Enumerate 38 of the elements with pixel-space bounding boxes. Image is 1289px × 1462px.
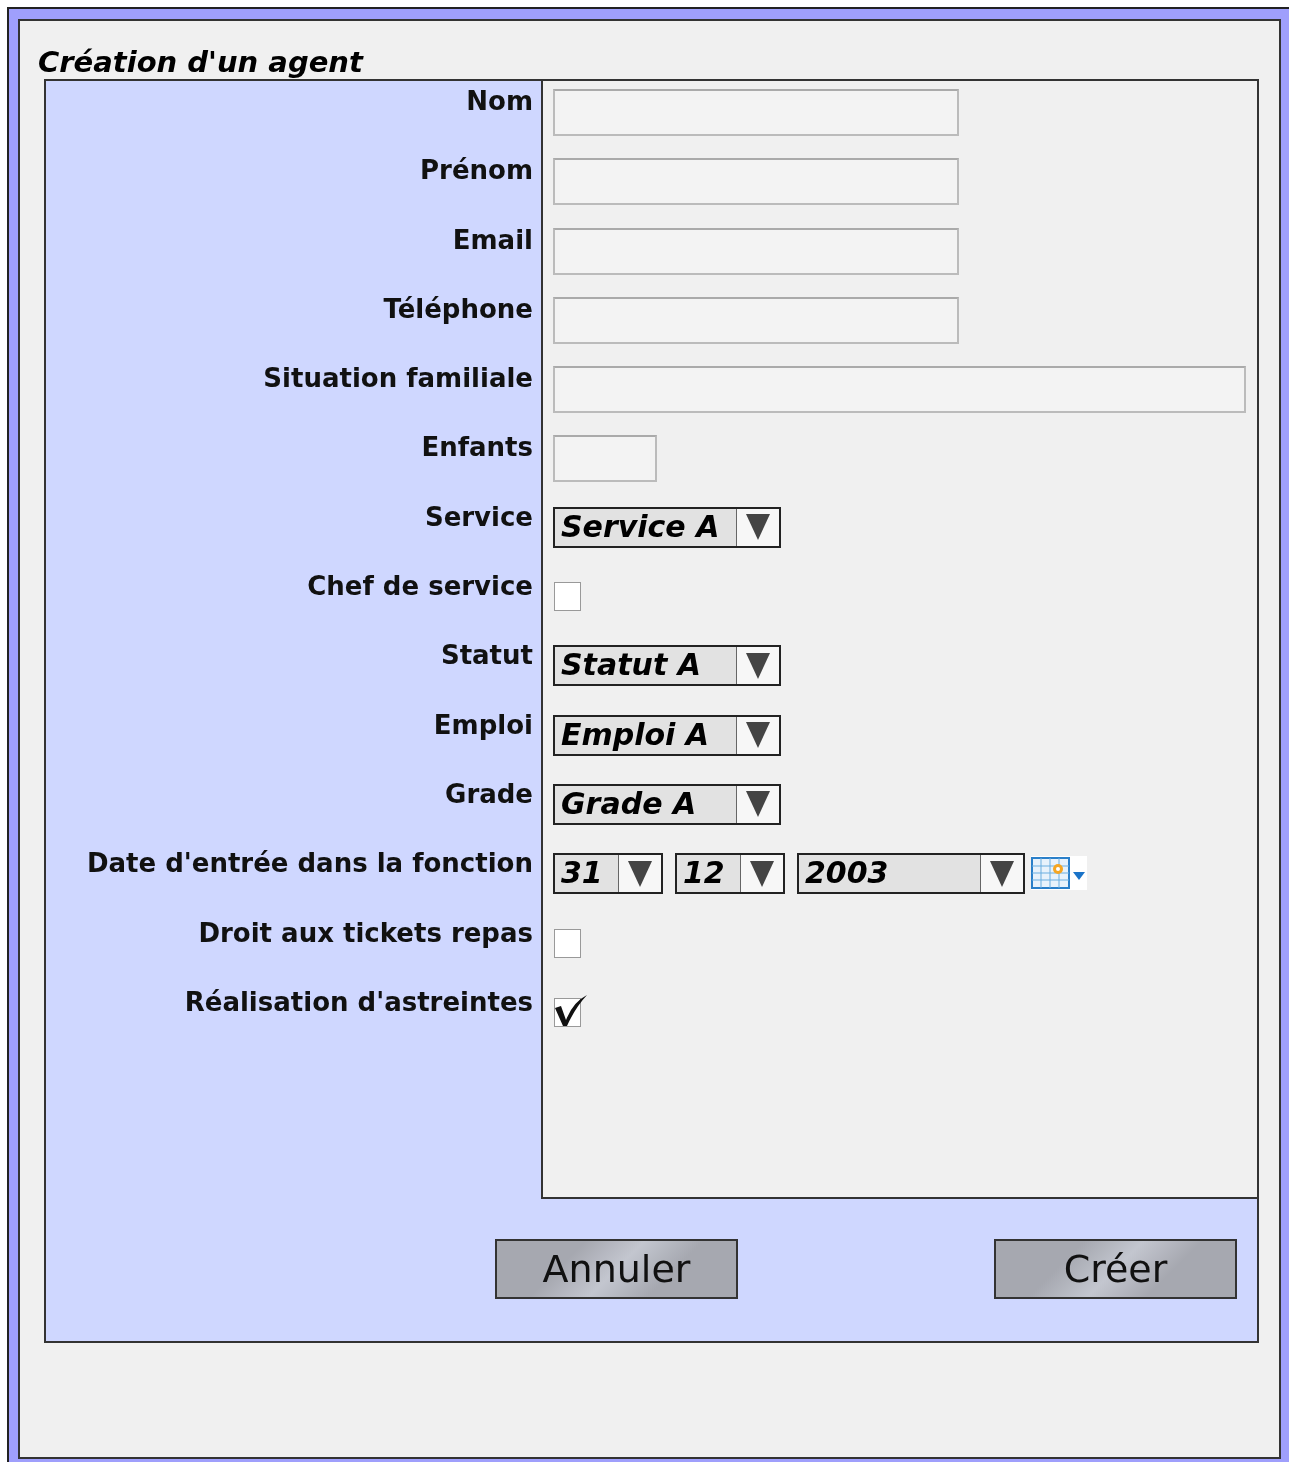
- text-field[interactable]: [553, 227, 959, 275]
- caret-icon: [746, 514, 770, 541]
- field-label: Prénom: [420, 155, 533, 186]
- text-field[interactable]: [553, 89, 959, 136]
- create-button[interactable]: Créer: [994, 1239, 1237, 1299]
- month-dropdown[interactable]: 12: [675, 853, 785, 895]
- field-label: Date d'entrée dans la fonction: [86, 848, 533, 879]
- text-field[interactable]: [553, 296, 959, 344]
- dropdown[interactable]: Emploi A: [553, 714, 781, 756]
- caret-icon: [746, 652, 770, 679]
- field-label: Statut: [440, 640, 533, 671]
- dropdown[interactable]: Grade A: [553, 783, 781, 825]
- cancel-button[interactable]: Annuler: [495, 1239, 738, 1299]
- caret-icon: [746, 791, 770, 818]
- field-label: Droit aux tickets repas: [198, 917, 533, 948]
- caret-icon: [746, 722, 770, 749]
- field-label: Téléphone: [383, 293, 533, 324]
- text-field[interactable]: [553, 366, 1246, 414]
- field-label: Situation familiale: [263, 363, 533, 394]
- caret-icon: [990, 860, 1014, 887]
- field-label: Grade: [445, 778, 533, 809]
- year-dropdown[interactable]: 2003: [797, 853, 1025, 895]
- number-field[interactable]: [553, 435, 657, 483]
- dropdown[interactable]: Service A: [553, 506, 781, 548]
- field-label: Email: [452, 224, 533, 255]
- field-label: Enfants: [421, 432, 533, 463]
- calendar-icon[interactable]: [1031, 855, 1087, 890]
- field-label: Service: [424, 501, 533, 532]
- field-label: Emploi: [433, 709, 533, 740]
- field-label: Réalisation d'astreintes: [184, 986, 533, 1017]
- caret-icon: [750, 860, 774, 887]
- form-title: Création d'un agent: [18, 19, 1281, 79]
- text-field[interactable]: [553, 158, 959, 206]
- caret-icon: [628, 860, 652, 887]
- field-label: Nom: [466, 86, 533, 116]
- dropdown[interactable]: Statut A: [553, 645, 781, 687]
- day-dropdown[interactable]: 31: [553, 853, 663, 895]
- field-label: Chef de service: [307, 571, 533, 602]
